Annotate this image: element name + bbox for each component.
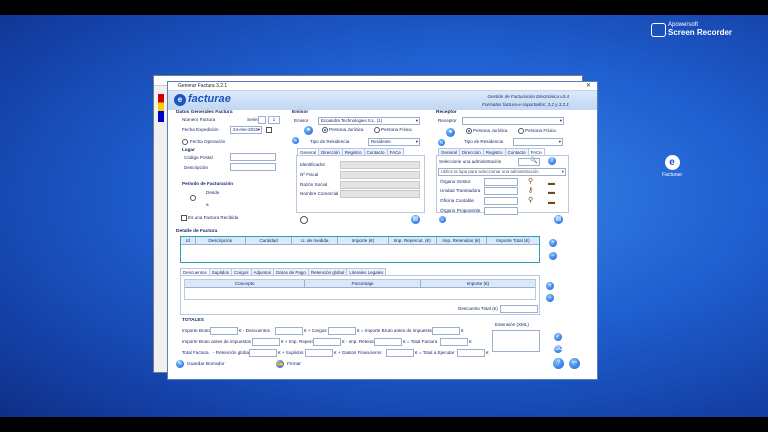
emisor-select[interactable]: Ecoandra Technologies S.L. (1) bbox=[318, 117, 420, 125]
header-line2: Formatos factura-e soportados: 3.2 y 3.2… bbox=[482, 102, 569, 107]
bruto-antes-impuestos-input[interactable] bbox=[432, 327, 460, 335]
generales-title: Datos Generales Factura bbox=[176, 110, 233, 115]
descuentos-header: Concepto Porcentaje Importe (€) bbox=[185, 280, 535, 288]
sign-button[interactable]: Firmar bbox=[287, 362, 301, 367]
key-tool-icon[interactable]: ⚷ bbox=[528, 186, 533, 194]
remove-descuento-icon[interactable]: − bbox=[546, 294, 554, 302]
extension-xml-field[interactable] bbox=[492, 330, 540, 352]
receptor-refresh-icon[interactable]: ↻ bbox=[438, 139, 445, 146]
help-icon[interactable]: ? bbox=[548, 157, 556, 165]
exit-button-icon[interactable]: ⇦ bbox=[569, 358, 580, 369]
descuentos-input[interactable] bbox=[275, 327, 303, 335]
facturae-icon: e bbox=[664, 155, 680, 170]
window-titlebar: Generar Factura 3.2.1 ✕ bbox=[168, 82, 597, 91]
receptor-user-icon[interactable]: ● bbox=[446, 128, 455, 137]
receptor-clear-icon[interactable]: ○ bbox=[439, 216, 446, 223]
sign-icon[interactable]: ✍ bbox=[276, 360, 284, 368]
receptor-save-icon[interactable]: ▤ bbox=[554, 215, 563, 224]
cargos-input[interactable] bbox=[328, 327, 356, 335]
fecha-operacion-radio[interactable] bbox=[182, 139, 188, 145]
detalle-title: Detalle de Factura bbox=[176, 229, 218, 234]
emisor-fisica-radio[interactable] bbox=[374, 127, 380, 133]
add-descuento-icon[interactable]: + bbox=[546, 282, 554, 290]
nombre-comercial-field bbox=[340, 190, 420, 198]
wood-tool-icon-2[interactable]: ▬ bbox=[548, 189, 555, 196]
descuento-total-input[interactable] bbox=[500, 305, 538, 313]
serie-input[interactable] bbox=[258, 116, 266, 124]
extension-clear-icon[interactable]: ⌫ bbox=[554, 345, 562, 353]
extension-ok-icon[interactable]: ✓ bbox=[554, 333, 562, 341]
emisor-save-icon[interactable]: ▤ bbox=[411, 215, 420, 224]
emisor-juridica-radio[interactable] bbox=[322, 127, 328, 133]
add-line-icon[interactable]: + bbox=[549, 239, 557, 247]
detalle-header: Id Descripción Cantidad U. de medida Imp… bbox=[181, 237, 539, 245]
identificador-field bbox=[340, 161, 420, 169]
descripcion-input[interactable] bbox=[230, 163, 276, 171]
wood-tool-icon-3[interactable]: ▬ bbox=[548, 199, 555, 206]
emisor-title: Emisor bbox=[292, 110, 309, 115]
administracion-select[interactable]: Utilice la lupa para seleccionar una adm… bbox=[438, 168, 566, 176]
close-icon[interactable]: ✕ bbox=[586, 82, 591, 90]
receptor-juridica-radio[interactable] bbox=[466, 128, 472, 134]
receptor-title: Receptor bbox=[436, 110, 457, 115]
logo-e-icon: e bbox=[174, 94, 186, 106]
header-line1: Gestión de Facturación Electrónica v3.4 bbox=[487, 94, 569, 99]
razon-social-field bbox=[340, 181, 420, 189]
fecha-expedicion-select[interactable]: 24-ene-2016 bbox=[230, 126, 262, 134]
oficina-contable-input[interactable] bbox=[484, 197, 518, 205]
bottom-letterbox bbox=[0, 417, 768, 432]
search-tool-icon[interactable]: ⚲ bbox=[528, 177, 533, 185]
total-ejecutar-input[interactable] bbox=[457, 349, 485, 357]
numero-input[interactable]: 1 bbox=[268, 116, 280, 124]
top-letterbox bbox=[0, 0, 768, 15]
factura-e-logo: e facturae bbox=[174, 93, 231, 106]
fecha-exp-checkbox[interactable] bbox=[266, 127, 272, 133]
emisor-user-icon[interactable]: ● bbox=[304, 126, 313, 135]
codigo-postal-input[interactable] bbox=[230, 153, 276, 161]
emisor-refresh-icon[interactable]: ↻ bbox=[292, 137, 299, 144]
receptor-fisica-radio[interactable] bbox=[518, 128, 524, 134]
bruto-antes-input-2[interactable] bbox=[252, 338, 280, 346]
wood-tool-icon[interactable]: ▬ bbox=[548, 180, 555, 187]
imp-repercut-input[interactable] bbox=[313, 338, 341, 346]
suplidos-input[interactable] bbox=[305, 349, 333, 357]
receptor-residencia-select[interactable] bbox=[513, 138, 563, 146]
magnifier-icon[interactable]: 🔍 bbox=[530, 157, 537, 164]
help-button-icon[interactable]: ? bbox=[553, 358, 564, 369]
unidad-tramitadora-input[interactable] bbox=[484, 187, 518, 195]
recorder-watermark: Apowersoft Screen Recorder bbox=[651, 22, 732, 37]
gastos-financieros-input[interactable] bbox=[386, 349, 414, 357]
organo-proponente-input[interactable] bbox=[484, 207, 518, 215]
retencion-global-input[interactable] bbox=[249, 349, 277, 357]
desktop-icon-facturae[interactable]: e Facturae bbox=[662, 155, 682, 178]
periodo-radio[interactable] bbox=[190, 195, 196, 201]
nif-field bbox=[340, 171, 420, 179]
factura-recibida-checkbox[interactable] bbox=[181, 215, 187, 221]
importe-bruto-input[interactable] bbox=[210, 327, 238, 335]
receptor-select[interactable] bbox=[462, 117, 564, 125]
emisor-residencia-select[interactable]: Residente bbox=[368, 138, 420, 146]
remove-line-icon[interactable]: − bbox=[549, 252, 557, 260]
search-tool-icon-2[interactable]: ⚲ bbox=[528, 196, 533, 204]
organo-gestor-input[interactable] bbox=[484, 178, 518, 186]
save-draft-icon[interactable]: ✎ bbox=[176, 360, 184, 368]
flag-logo-icon bbox=[158, 94, 164, 122]
emisor-clear-icon[interactable] bbox=[300, 216, 308, 224]
save-draft-button[interactable]: Guardar Borrador bbox=[187, 362, 225, 367]
totales-title: TOTALES bbox=[182, 318, 204, 323]
app-header: e facturae Gestión de Facturación Electró… bbox=[168, 91, 597, 110]
imp-retenidos-input[interactable] bbox=[374, 338, 402, 346]
camera-icon bbox=[651, 23, 666, 37]
total-factura-input[interactable] bbox=[440, 338, 468, 346]
generar-factura-window: Generar Factura 3.2.1 ✕ e facturae Gestió… bbox=[167, 81, 598, 380]
